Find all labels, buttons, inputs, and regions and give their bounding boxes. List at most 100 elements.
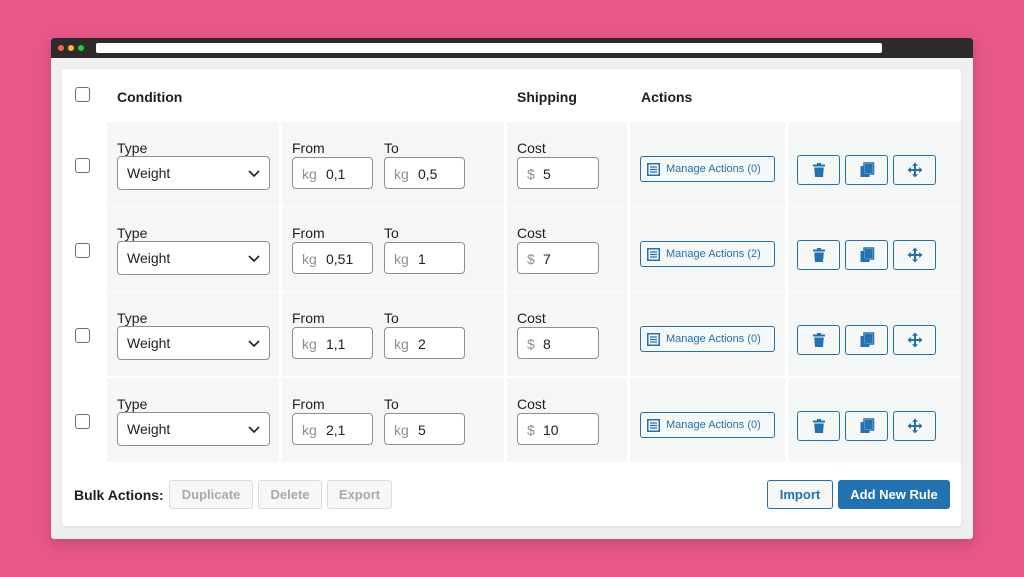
condition-type-cell: Type Weight (107, 122, 279, 206)
select-all-checkbox[interactable] (75, 87, 90, 102)
address-bar[interactable] (96, 43, 882, 53)
row-checkbox[interactable] (75, 158, 90, 173)
duplicate-rule-button[interactable] (845, 325, 888, 355)
manage-actions-button[interactable]: Manage Actions (2) (640, 241, 775, 267)
manage-actions-button[interactable]: Manage Actions (0) (640, 412, 775, 438)
move-rule-button[interactable] (893, 325, 936, 355)
type-select-value: Weight (127, 250, 171, 266)
type-select-value: Weight (127, 421, 171, 437)
to-label: To (384, 140, 399, 156)
manage-actions-button[interactable]: Manage Actions (0) (640, 326, 775, 352)
type-label: Type (117, 310, 148, 326)
manage-actions-label: Manage Actions (0) (666, 163, 761, 175)
list-icon (647, 163, 660, 176)
bulk-duplicate-button[interactable]: Duplicate (169, 480, 253, 509)
type-select[interactable]: Weight (117, 326, 270, 360)
type-select[interactable]: Weight (117, 241, 270, 275)
type-select[interactable]: Weight (117, 156, 270, 190)
to-input[interactable]: kg 5 (384, 413, 465, 445)
close-window-dot[interactable] (58, 45, 64, 51)
row-checkbox[interactable] (75, 414, 90, 429)
import-button[interactable]: Import (767, 480, 833, 509)
type-label: Type (117, 225, 148, 241)
minimize-window-dot[interactable] (68, 45, 74, 51)
duplicate-rule-button[interactable] (845, 411, 888, 441)
cost-unit: $ (527, 336, 535, 352)
cost-input[interactable]: $ 8 (517, 327, 599, 359)
manage-actions-button[interactable]: Manage Actions (0) (640, 156, 775, 182)
to-input[interactable]: kg 2 (384, 327, 465, 359)
to-unit: kg (394, 336, 409, 352)
type-select[interactable]: Weight (117, 412, 270, 446)
from-label: From (292, 310, 325, 326)
cost-input[interactable]: $ 5 (517, 157, 599, 189)
from-label: From (292, 225, 325, 241)
manage-actions-label: Manage Actions (0) (666, 419, 761, 431)
move-icon (907, 418, 923, 434)
chevron-down-icon (248, 340, 260, 348)
to-value: 0,5 (418, 166, 438, 182)
bulk-delete-button[interactable]: Delete (258, 480, 322, 509)
to-value: 5 (418, 422, 426, 438)
move-rule-button[interactable] (893, 411, 936, 441)
duplicate-icon (860, 332, 875, 347)
from-input[interactable]: kg 2,1 (292, 413, 373, 445)
header-actions: Actions (641, 89, 693, 105)
bulk-export-button[interactable]: Export (327, 480, 392, 509)
from-unit: kg (302, 166, 317, 182)
delete-rule-button[interactable] (797, 325, 840, 355)
browser-window: Condition Shipping Actions Type Weight F… (51, 38, 973, 539)
from-input[interactable]: kg 0,1 (292, 157, 373, 189)
duplicate-rule-button[interactable] (845, 240, 888, 270)
cost-value: 10 (543, 422, 559, 438)
condition-type-cell: Type Weight (107, 207, 279, 291)
trash-icon (813, 248, 825, 262)
to-value: 2 (418, 336, 426, 352)
duplicate-icon (860, 418, 875, 433)
move-rule-button[interactable] (893, 155, 936, 185)
trash-icon (813, 163, 825, 177)
cost-label: Cost (517, 310, 546, 326)
from-input[interactable]: kg 0,51 (292, 242, 373, 274)
cost-unit: $ (527, 422, 535, 438)
delete-rule-button[interactable] (797, 411, 840, 441)
cost-value: 5 (543, 166, 551, 182)
to-unit: kg (394, 166, 409, 182)
maximize-window-dot[interactable] (78, 45, 84, 51)
bulk-actions-label: Bulk Actions: (74, 487, 164, 503)
from-input[interactable]: kg 1,1 (292, 327, 373, 359)
duplicate-rule-button[interactable] (845, 155, 888, 185)
table-row: Type Weight From kg 0,51 To kg 1 Cost $ … (62, 207, 961, 291)
row-checkbox[interactable] (75, 328, 90, 343)
to-value: 1 (418, 251, 426, 267)
from-value: 0,51 (326, 251, 354, 267)
shipping-cost-cell: Cost $ 10 (507, 378, 627, 462)
condition-range-cell: From kg 2,1 To kg 5 (282, 378, 504, 462)
from-unit: kg (302, 422, 317, 438)
delete-rule-button[interactable] (797, 240, 840, 270)
delete-rule-button[interactable] (797, 155, 840, 185)
list-icon (647, 248, 660, 261)
cost-input[interactable]: $ 7 (517, 242, 599, 274)
table-row: Type Weight From kg 1,1 To kg 2 Cost $ 8… (62, 292, 961, 376)
cost-input[interactable]: $ 10 (517, 413, 599, 445)
duplicate-icon (860, 247, 875, 262)
type-select-value: Weight (127, 335, 171, 351)
from-label: From (292, 396, 325, 412)
to-input[interactable]: kg 0,5 (384, 157, 465, 189)
move-icon (907, 162, 923, 178)
cost-label: Cost (517, 140, 546, 156)
condition-type-cell: Type Weight (107, 292, 279, 376)
to-label: To (384, 396, 399, 412)
from-label: From (292, 140, 325, 156)
add-new-rule-button[interactable]: Add New Rule (838, 480, 950, 509)
condition-type-cell: Type Weight (107, 378, 279, 462)
to-input[interactable]: kg 1 (384, 242, 465, 274)
condition-range-cell: From kg 0,51 To kg 1 (282, 207, 504, 291)
header-condition: Condition (117, 89, 183, 105)
trash-icon (813, 419, 825, 433)
row-checkbox[interactable] (75, 243, 90, 258)
move-rule-button[interactable] (893, 240, 936, 270)
table-row: Type Weight From kg 2,1 To kg 5 Cost $ 1… (62, 378, 961, 462)
rules-panel: Condition Shipping Actions Type Weight F… (62, 69, 961, 526)
